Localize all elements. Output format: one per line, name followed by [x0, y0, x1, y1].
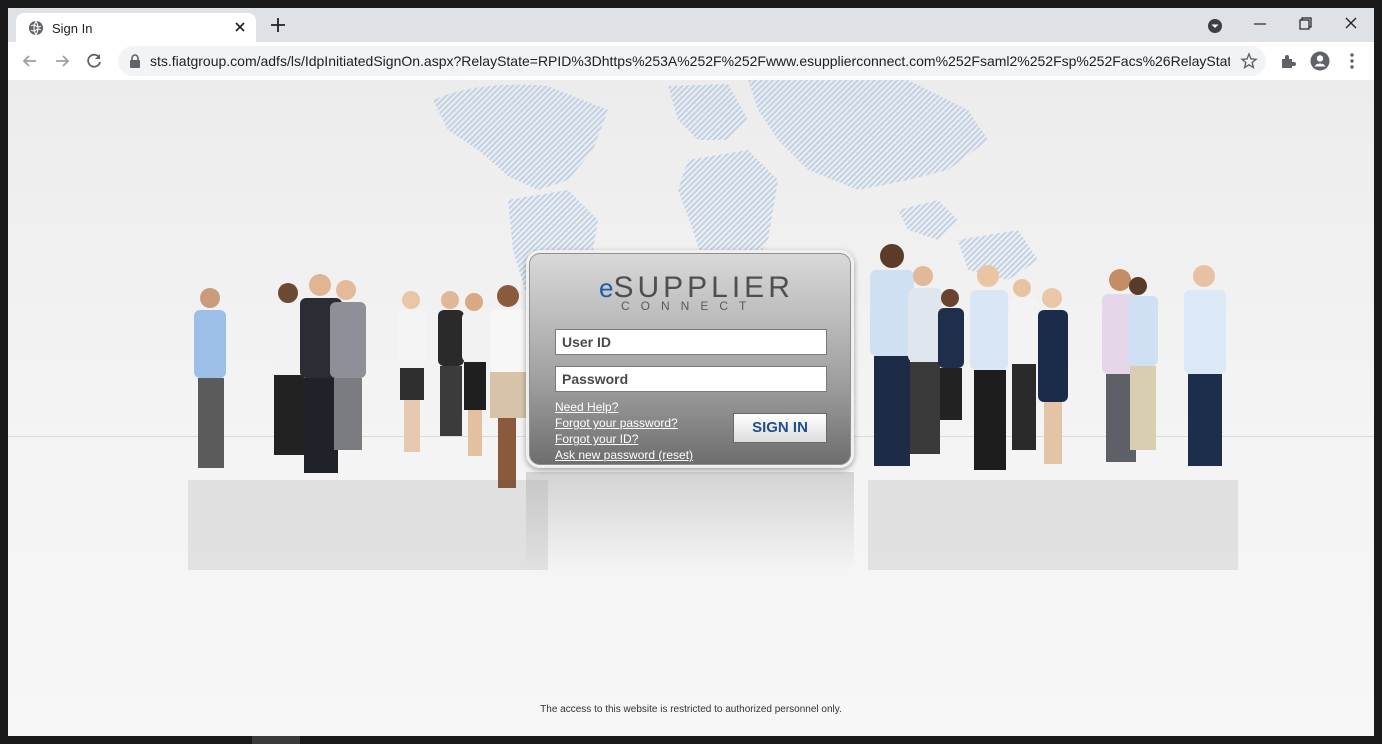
star-icon[interactable]: [1240, 52, 1258, 70]
address-bar[interactable]: sts.fiatgroup.com/adfs/ls/IdpInitiatedSi…: [118, 46, 1266, 76]
need-help-link[interactable]: Need Help?: [555, 399, 693, 415]
reset-password-link[interactable]: Ask new password (reset): [555, 447, 693, 463]
globe-icon: [29, 20, 43, 36]
sign-in-button[interactable]: SIGN IN: [733, 413, 827, 443]
password-input[interactable]: [555, 366, 827, 392]
esupplier-connect-logo: eSUPPLIER CONNECT: [599, 271, 794, 313]
help-links: Need Help? Forgot your password? Forgot …: [555, 399, 693, 463]
login-panel: eSUPPLIER CONNECT Need Help? Forgot your…: [526, 250, 854, 468]
profile-icon[interactable]: [1310, 51, 1330, 71]
panel-reflection: [526, 472, 854, 572]
browser-window: Sign In sts.fiatgroup.com/adfs/ls/IdpIni…: [8, 8, 1374, 736]
forward-icon[interactable]: [52, 51, 72, 71]
reload-icon[interactable]: [84, 51, 104, 71]
close-icon[interactable]: [232, 19, 248, 35]
forgot-password-link[interactable]: Forgot your password?: [555, 415, 693, 431]
person-figure: [194, 288, 226, 468]
taskbar: [0, 736, 1382, 744]
tab-strip: Sign In: [8, 8, 1374, 42]
sign-in-page: eSUPPLIER CONNECT Need Help? Forgot your…: [8, 80, 1374, 736]
restore-icon[interactable]: [1293, 14, 1317, 34]
tab-search-icon[interactable]: [1206, 17, 1224, 35]
forgot-id-link[interactable]: Forgot your ID?: [555, 431, 693, 447]
access-notice: The access to this website is restricted…: [540, 704, 842, 715]
plus-icon[interactable]: [268, 15, 288, 35]
extensions-icon[interactable]: [1278, 51, 1298, 71]
url-text[interactable]: sts.fiatgroup.com/adfs/ls/IdpInitiatedSi…: [150, 53, 1230, 69]
taskbar-item[interactable]: [252, 736, 300, 744]
user-id-input[interactable]: [555, 329, 827, 355]
menu-icon[interactable]: [1342, 51, 1362, 71]
lock-icon[interactable]: [128, 54, 142, 68]
close-window-icon[interactable]: [1339, 14, 1363, 34]
back-icon[interactable]: [20, 51, 40, 71]
minimize-icon[interactable]: [1248, 14, 1272, 34]
browser-tab[interactable]: Sign In: [16, 13, 256, 42]
tab-title: Sign In: [52, 21, 93, 36]
browser-toolbar: sts.fiatgroup.com/adfs/ls/IdpInitiatedSi…: [8, 42, 1374, 81]
